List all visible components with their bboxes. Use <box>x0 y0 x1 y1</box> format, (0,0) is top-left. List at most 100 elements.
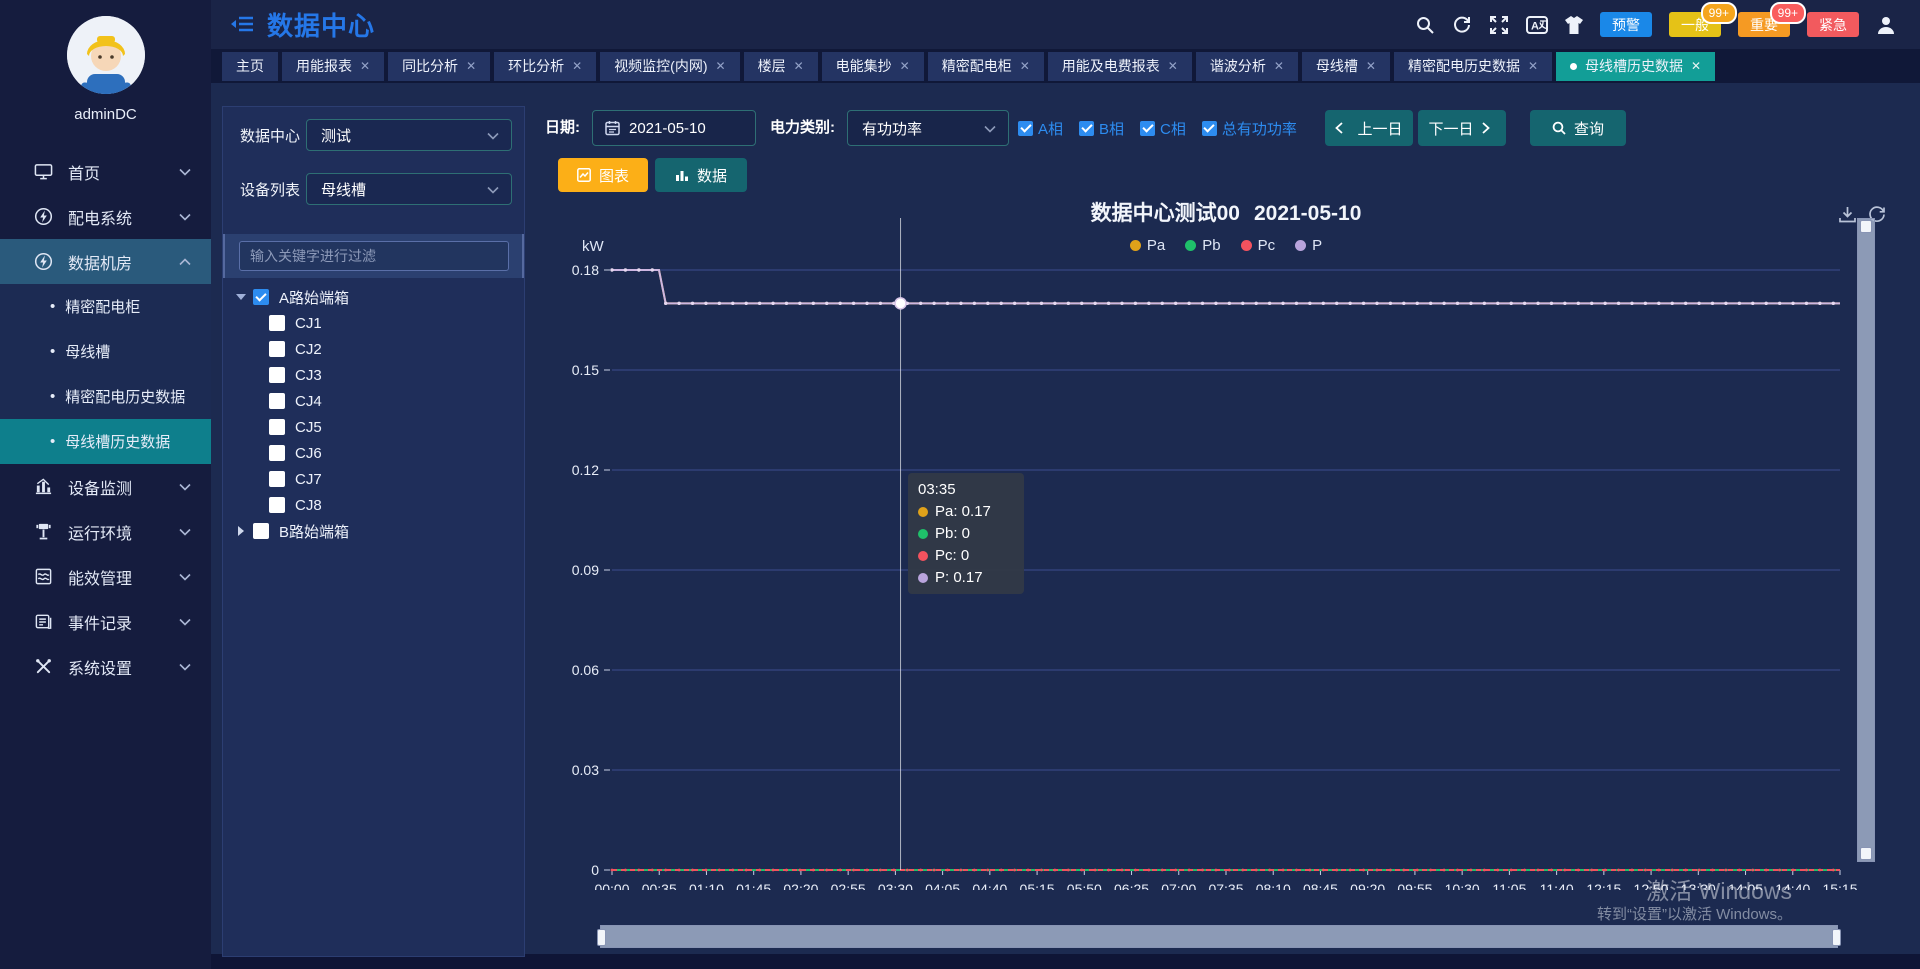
sidebar-subitem-母线槽[interactable]: •母线槽 <box>0 329 211 374</box>
close-icon[interactable]: ✕ <box>572 59 582 73</box>
tab-电能集抄[interactable]: 电能集抄✕ <box>822 52 924 81</box>
sidebar-subitem-精密配电柜[interactable]: •精密配电柜 <box>0 284 211 329</box>
tab-谐波分析[interactable]: 谐波分析✕ <box>1196 52 1298 81</box>
close-icon[interactable]: ✕ <box>360 59 370 73</box>
close-icon[interactable]: ✕ <box>1366 59 1376 73</box>
close-icon[interactable]: ✕ <box>466 59 476 73</box>
tree-node-CJ2[interactable]: CJ2 <box>223 336 524 362</box>
tab-视频监控(内网)[interactable]: 视频监控(内网)✕ <box>600 52 739 81</box>
tree-node-CJ5[interactable]: CJ5 <box>223 414 524 440</box>
tab-用能报表[interactable]: 用能报表✕ <box>282 52 384 81</box>
close-icon[interactable]: ✕ <box>1528 59 1538 73</box>
tree-node-A路始端箱[interactable]: A路始端箱 <box>223 284 524 310</box>
sidebar-item-事件记录[interactable]: 事件记录 <box>0 599 211 644</box>
tree-node-CJ7[interactable]: CJ7 <box>223 466 524 492</box>
theme-icon[interactable] <box>1563 15 1583 35</box>
checkbox[interactable] <box>1140 121 1155 136</box>
chart-view-button[interactable]: 图表 <box>558 158 648 192</box>
device-list-select[interactable]: 母线槽 <box>306 173 512 205</box>
phase-checkbox-总有功功率[interactable]: 总有功功率 <box>1202 118 1297 139</box>
phase-checkbox-C相[interactable]: C相 <box>1140 118 1186 139</box>
tree-node-CJ8[interactable]: CJ8 <box>223 492 524 518</box>
sidebar-item-系统设置[interactable]: 系统设置 <box>0 644 211 689</box>
download-icon[interactable] <box>1838 205 1857 224</box>
phase-checkbox-A相[interactable]: A相 <box>1018 118 1063 139</box>
tree-checkbox[interactable] <box>269 341 285 357</box>
tree-node-CJ6[interactable]: CJ6 <box>223 440 524 466</box>
x-datazoom-left-handle[interactable] <box>597 929 606 946</box>
tree-checkbox[interactable] <box>269 367 285 383</box>
tree-checkbox[interactable] <box>269 497 285 513</box>
sidebar-item-数据机房[interactable]: 数据机房 <box>0 239 211 284</box>
checkbox[interactable] <box>1202 121 1217 136</box>
tree-checkbox[interactable] <box>269 393 285 409</box>
caret-down-icon[interactable] <box>235 294 247 300</box>
alarm-badge-一般[interactable]: 一般99+ <box>1669 12 1721 37</box>
tree-checkbox[interactable] <box>269 471 285 487</box>
power-type-select[interactable]: 有功功率 <box>847 110 1009 146</box>
close-icon[interactable]: ✕ <box>794 59 804 73</box>
checkbox[interactable] <box>1079 121 1094 136</box>
tree-node-CJ4[interactable]: CJ4 <box>223 388 524 414</box>
checkbox[interactable] <box>1018 121 1033 136</box>
datacenter-select[interactable]: 测试 <box>306 119 512 151</box>
refresh-icon[interactable] <box>1452 15 1472 35</box>
tree-checkbox[interactable] <box>269 315 285 331</box>
fullscreen-icon[interactable] <box>1489 15 1509 35</box>
sidebar-item-配电系统[interactable]: 配电系统 <box>0 194 211 239</box>
avatar[interactable] <box>67 16 145 94</box>
tab-用能及电费报表[interactable]: 用能及电费报表✕ <box>1048 52 1192 81</box>
user-icon[interactable] <box>1876 15 1896 35</box>
tree-filter-input[interactable] <box>239 241 509 271</box>
query-button[interactable]: 查询 <box>1530 110 1626 146</box>
tree-checkbox[interactable] <box>269 445 285 461</box>
next-day-button[interactable]: 下一日 <box>1418 110 1506 146</box>
caret-right-icon[interactable] <box>235 526 247 536</box>
tab-同比分析[interactable]: 同比分析✕ <box>388 52 490 81</box>
sidebar-subitem-母线槽历史数据[interactable]: •母线槽历史数据 <box>0 419 211 464</box>
tab-母线槽历史数据[interactable]: 母线槽历史数据✕ <box>1556 52 1715 81</box>
date-input[interactable]: 2021-05-10 <box>592 110 756 146</box>
tab-主页[interactable]: 主页 <box>222 52 278 81</box>
sidebar-item-能效管理[interactable]: 能效管理 <box>0 554 211 599</box>
tree-checkbox[interactable] <box>253 289 269 305</box>
legend-item-Pa[interactable]: Pa <box>1130 237 1165 254</box>
sidebar-item-运行环境[interactable]: 运行环境 <box>0 509 211 554</box>
legend-item-Pc[interactable]: Pc <box>1241 237 1276 254</box>
x-datazoom-slider[interactable] <box>600 925 1838 948</box>
sidebar-item-首页[interactable]: 首页 <box>0 149 211 194</box>
translate-icon[interactable]: A <box>1526 15 1546 35</box>
tab-母线槽[interactable]: 母线槽✕ <box>1302 52 1390 81</box>
tree-node-CJ1[interactable]: CJ1 <box>223 310 524 336</box>
y-datazoom-bottom-handle[interactable] <box>1860 847 1872 860</box>
close-icon[interactable]: ✕ <box>1691 59 1701 73</box>
sidebar-item-设备监测[interactable]: 设备监测 <box>0 464 211 509</box>
sidebar-subitem-精密配电历史数据[interactable]: •精密配电历史数据 <box>0 374 211 419</box>
tree-checkbox[interactable] <box>253 523 269 539</box>
y-datazoom-top-handle[interactable] <box>1860 220 1872 233</box>
search-icon[interactable] <box>1415 15 1435 35</box>
tab-精密配电历史数据[interactable]: 精密配电历史数据✕ <box>1394 52 1552 81</box>
phase-checkbox-B相[interactable]: B相 <box>1079 118 1124 139</box>
alarm-badge-预警[interactable]: 预警 <box>1600 12 1652 37</box>
tab-楼层[interactable]: 楼层✕ <box>744 52 818 81</box>
tab-环比分析[interactable]: 环比分析✕ <box>494 52 596 81</box>
data-view-button[interactable]: 数据 <box>655 158 747 192</box>
tab-精密配电柜[interactable]: 精密配电柜✕ <box>928 52 1044 81</box>
x-datazoom-right-handle[interactable] <box>1832 929 1841 946</box>
alarm-badge-紧急[interactable]: 紧急 <box>1807 12 1859 37</box>
tree-node-CJ3[interactable]: CJ3 <box>223 362 524 388</box>
y-datazoom-slider[interactable] <box>1857 218 1875 862</box>
tree-node-B路始端箱[interactable]: B路始端箱 <box>223 518 524 544</box>
menu-collapse-icon[interactable] <box>231 16 253 34</box>
close-icon[interactable]: ✕ <box>1020 59 1030 73</box>
close-icon[interactable]: ✕ <box>1168 59 1178 73</box>
close-icon[interactable]: ✕ <box>1274 59 1284 73</box>
tree-checkbox[interactable] <box>269 419 285 435</box>
legend-item-P[interactable]: P <box>1295 237 1322 254</box>
close-icon[interactable]: ✕ <box>716 59 726 73</box>
legend-item-Pb[interactable]: Pb <box>1185 237 1220 254</box>
alarm-badge-重要[interactable]: 重要99+ <box>1738 12 1790 37</box>
prev-day-button[interactable]: 上一日 <box>1325 110 1413 146</box>
close-icon[interactable]: ✕ <box>900 59 910 73</box>
